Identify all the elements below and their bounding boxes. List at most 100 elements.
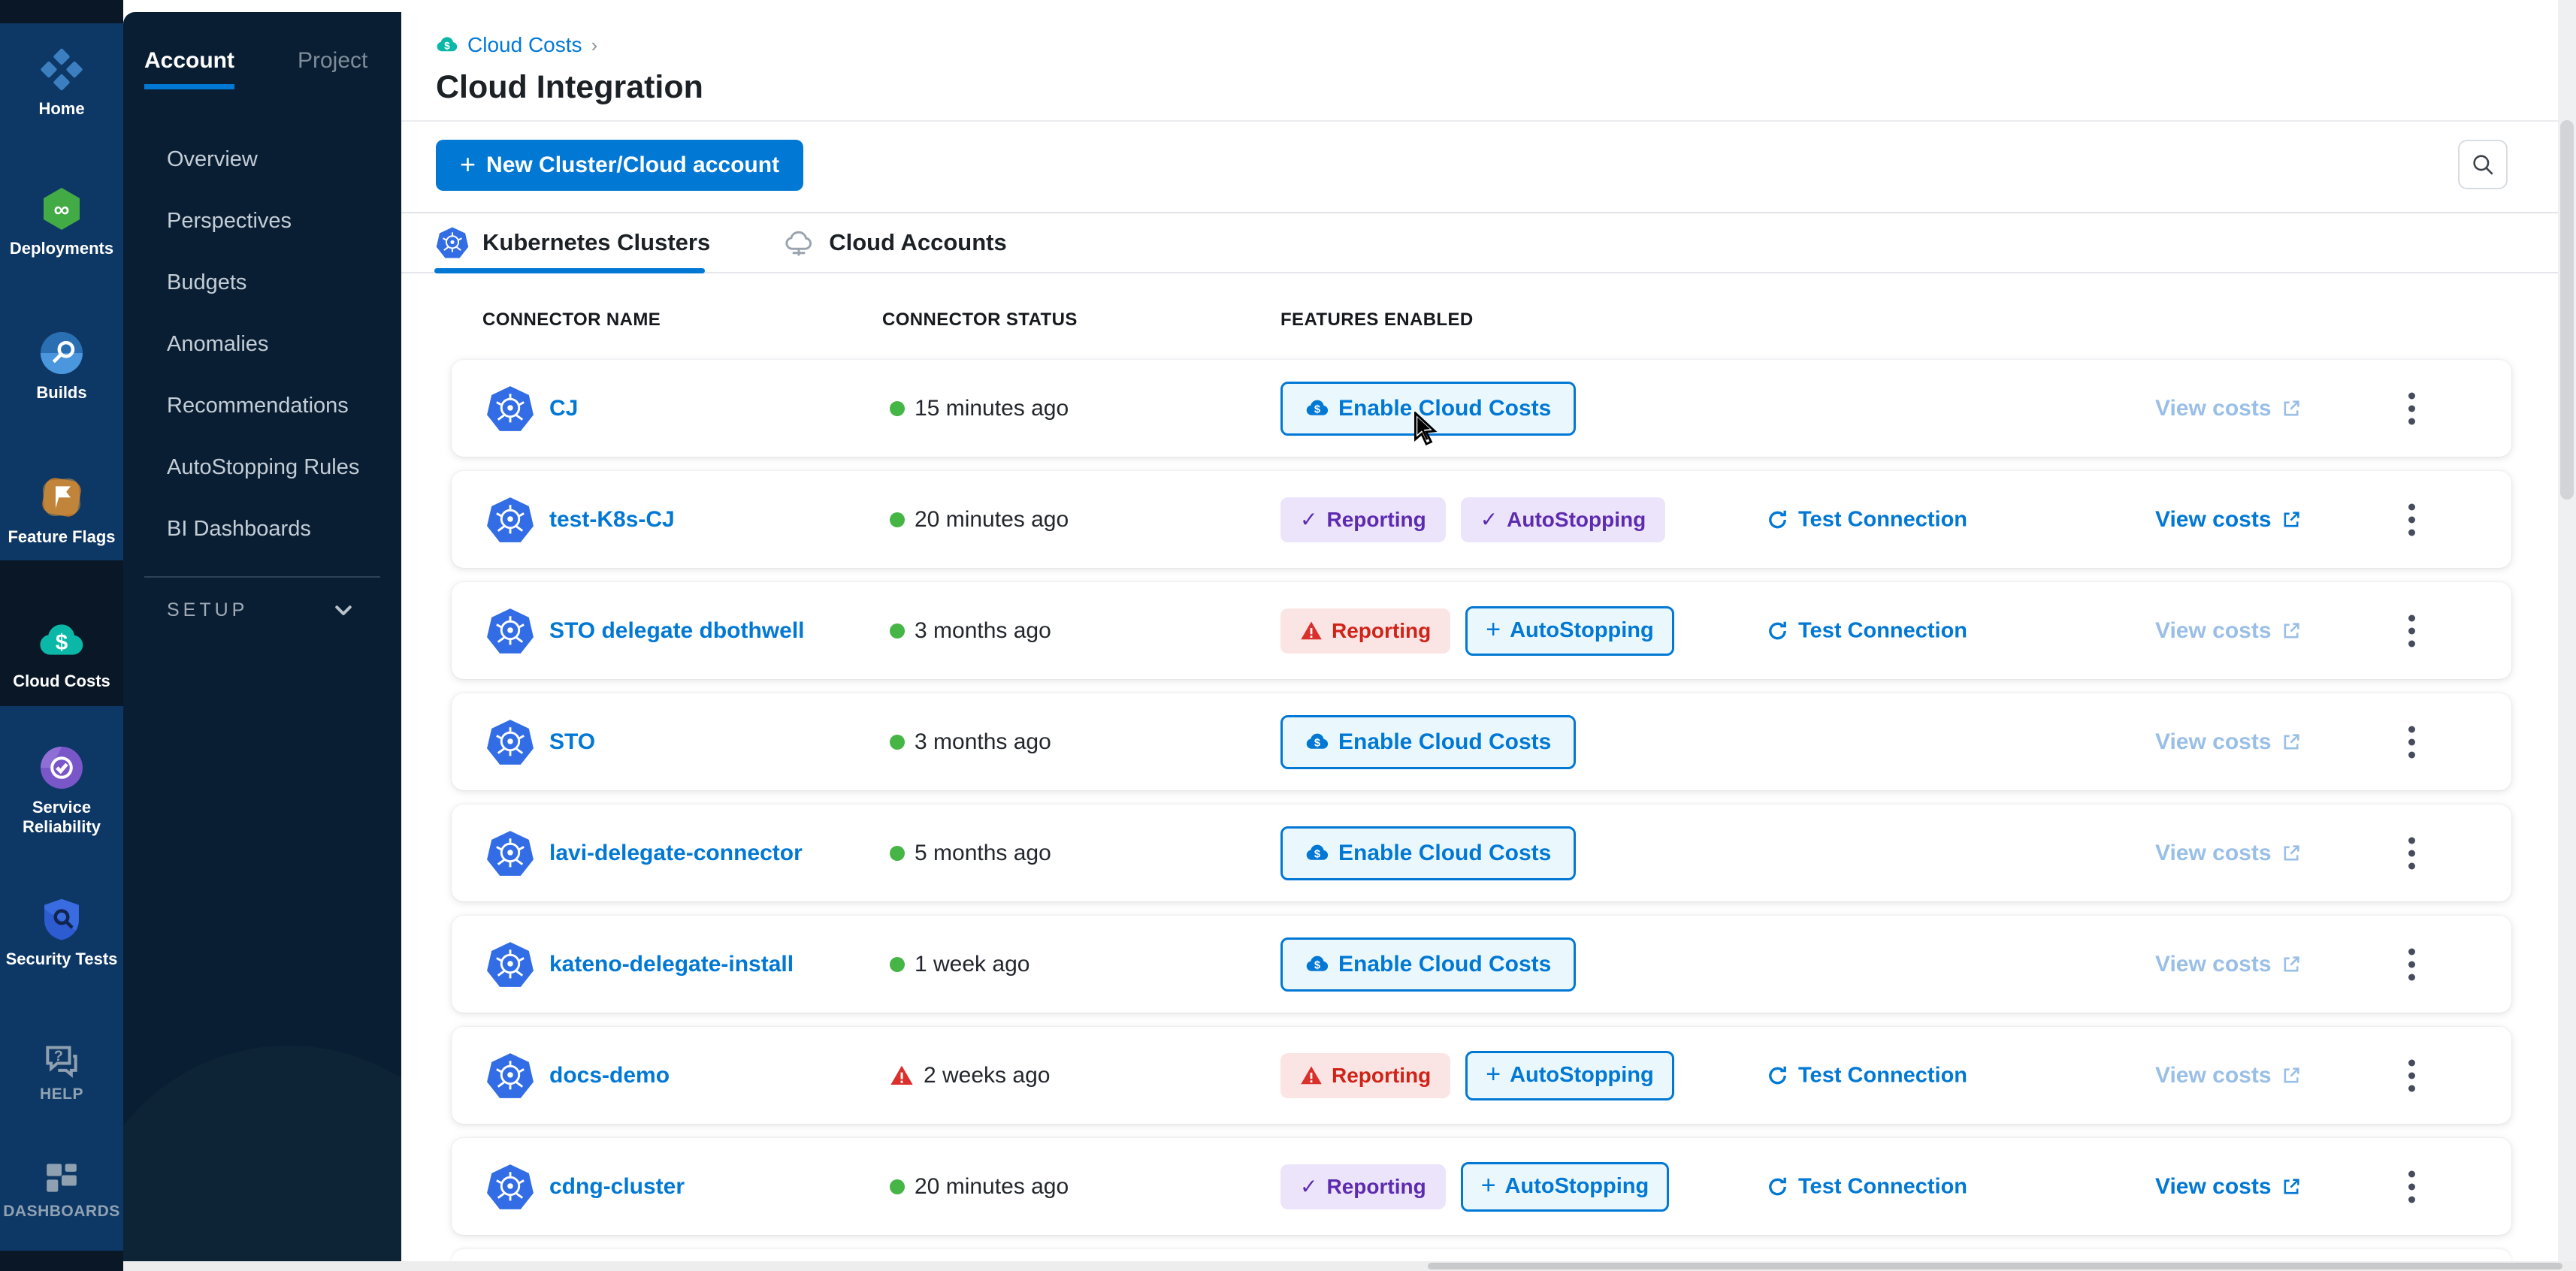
- nav-module-security-tests[interactable]: Security Tests: [0, 895, 123, 969]
- add-autostopping-button[interactable]: +AutoStopping: [1461, 1162, 1670, 1212]
- service-reliability-icon: [38, 744, 86, 792]
- connector-name-link[interactable]: cdng-cluster: [549, 1174, 685, 1200]
- view-costs-link: View costs: [2155, 396, 2302, 421]
- enable-cloud-costs-button[interactable]: $Enable Cloud Costs: [1280, 937, 1576, 992]
- status-ok-dot: [890, 1179, 905, 1194]
- cloud-accounts-icon: [782, 226, 815, 259]
- connector-row: CJ15 minutes ago$Enable Cloud CostsView …: [452, 360, 2511, 457]
- connector-status: 20 minutes ago: [890, 507, 1069, 533]
- connector-row: STO3 months ago$Enable Cloud CostsView c…: [452, 693, 2511, 790]
- builds-icon: [38, 329, 86, 377]
- sidebar-item-bi-dashboards[interactable]: BI Dashboards: [123, 498, 401, 560]
- nav-module-feature-flags[interactable]: Feature Flags: [0, 473, 123, 547]
- row-menu-button[interactable]: [2401, 1052, 2423, 1099]
- view-costs-link: View costs: [2155, 1063, 2302, 1088]
- new-cluster-cloud-account-button[interactable]: + New Cluster/Cloud account: [436, 140, 803, 191]
- connector-row: lavi-delegate-connector5 months ago$Enab…: [452, 805, 2511, 901]
- row-menu-button[interactable]: [2401, 940, 2423, 988]
- status-ok-dot: [890, 957, 905, 972]
- sidebar-setup-toggle[interactable]: SETUP: [123, 599, 401, 621]
- reporting-enabled-badge: ✓Reporting: [1280, 497, 1446, 542]
- nav-module-home[interactable]: Home: [0, 45, 123, 119]
- kubernetes-connector-icon: [486, 385, 534, 433]
- sidebar-item-anomalies[interactable]: Anomalies: [123, 313, 401, 375]
- sidebar-item-autostopping-rules[interactable]: AutoStopping Rules: [123, 436, 401, 498]
- features-cell: ✓Reporting✓AutoStopping: [1280, 497, 1665, 542]
- refresh-icon: [1766, 1064, 1789, 1087]
- sidebar-item-budgets[interactable]: Budgets: [123, 252, 401, 313]
- add-autostopping-button[interactable]: +AutoStopping: [1465, 606, 1674, 656]
- enable-cloud-costs-button[interactable]: $Enable Cloud Costs: [1280, 826, 1576, 880]
- svg-text:$: $: [56, 630, 68, 655]
- sidebar-item-overview[interactable]: Overview: [123, 128, 401, 190]
- sidebar-item-recommendations[interactable]: Recommendations: [123, 375, 401, 436]
- status-ok-dot: [890, 735, 905, 750]
- test-connection-button[interactable]: Test Connection: [1766, 1063, 1967, 1088]
- cloud-dollar-icon: $: [1305, 952, 1329, 977]
- row-menu-button[interactable]: [2401, 385, 2423, 432]
- svg-text:$: $: [1314, 959, 1320, 971]
- view-costs-link[interactable]: View costs: [2155, 507, 2302, 533]
- features-cell: $Enable Cloud Costs: [1280, 937, 1576, 992]
- external-link-icon: [2281, 954, 2302, 975]
- column-connector-name: CONNECTOR NAME: [482, 309, 661, 331]
- status-ok-dot: [890, 401, 905, 416]
- tab-kubernetes-clusters[interactable]: Kubernetes Clusters: [436, 226, 710, 259]
- security-tests-icon: [38, 895, 86, 943]
- horizontal-scrollbar-thumb[interactable]: [1428, 1263, 2562, 1269]
- row-menu-button[interactable]: [2401, 607, 2423, 654]
- search-button[interactable]: [2458, 140, 2508, 189]
- tab-cloud-accounts[interactable]: Cloud Accounts: [782, 226, 1007, 259]
- nav-module-builds[interactable]: Builds: [0, 329, 123, 403]
- connector-row: docs-demo2 weeks agoReporting+AutoStoppi…: [452, 1027, 2511, 1124]
- row-menu-button[interactable]: [2401, 718, 2423, 765]
- kubernetes-icon: [436, 226, 469, 259]
- tab-project[interactable]: Project: [298, 48, 367, 89]
- test-connection-button[interactable]: Test Connection: [1766, 1174, 1967, 1199]
- cloud-costs-icon: $: [38, 617, 86, 666]
- add-autostopping-button[interactable]: +AutoStopping: [1465, 1051, 1674, 1100]
- enable-cloud-costs-button[interactable]: $Enable Cloud Costs: [1280, 715, 1576, 769]
- connector-name-link[interactable]: kateno-delegate-install: [549, 952, 794, 977]
- nav-module-dashboards[interactable]: DASHBOARDS: [0, 1157, 123, 1221]
- kubernetes-connector-icon: [486, 496, 534, 544]
- tab-account[interactable]: Account: [144, 48, 234, 89]
- features-cell: $Enable Cloud Costs: [1280, 826, 1576, 880]
- connector-name-link[interactable]: lavi-delegate-connector: [549, 841, 803, 866]
- reporting-enabled-badge: ✓Reporting: [1280, 1164, 1446, 1209]
- vertical-scrollbar-thumb[interactable]: [2560, 120, 2574, 500]
- row-menu-button[interactable]: [2401, 496, 2423, 543]
- deployments-icon: ∞: [38, 185, 86, 233]
- table-header: CONNECTOR NAME CONNECTOR STATUS FEATURES…: [401, 273, 2558, 360]
- test-connection-button[interactable]: Test Connection: [1766, 507, 1967, 532]
- breadcrumb-cloud-costs-link[interactable]: Cloud Costs: [467, 33, 582, 57]
- connector-tabs: Kubernetes Clusters Cloud Accounts: [401, 213, 2558, 273]
- nav-module-deployments[interactable]: ∞ Deployments: [0, 185, 123, 258]
- dashboards-icon: [41, 1157, 83, 1199]
- external-link-icon: [2281, 620, 2302, 642]
- test-connection-button[interactable]: Test Connection: [1766, 618, 1967, 643]
- connector-name-link[interactable]: docs-demo: [549, 1063, 670, 1088]
- plus-icon: +: [460, 149, 476, 180]
- external-link-icon: [2281, 843, 2302, 864]
- external-link-icon: [2281, 732, 2302, 753]
- connector-name-link[interactable]: STO: [549, 729, 595, 755]
- cloud-dollar-icon: $: [1305, 730, 1329, 754]
- connector-row: STO delegate dbothwell3 months agoReport…: [452, 582, 2511, 679]
- nav-module-cloud-costs[interactable]: $ Cloud Costs: [0, 617, 123, 691]
- help-icon: ?: [41, 1040, 83, 1082]
- nav-module-service-reliability[interactable]: Service Reliability: [0, 744, 123, 837]
- connector-name-link[interactable]: CJ: [549, 396, 578, 421]
- nav-module-help[interactable]: ? HELP: [0, 1040, 123, 1104]
- kubernetes-connector-icon: [486, 940, 534, 989]
- row-menu-button[interactable]: [2401, 829, 2423, 877]
- sidebar-item-perspectives[interactable]: Perspectives: [123, 190, 401, 252]
- refresh-icon: [1766, 619, 1789, 642]
- view-costs-link[interactable]: View costs: [2155, 1174, 2302, 1200]
- column-connector-status: CONNECTOR STATUS: [882, 309, 1078, 331]
- connector-name-link[interactable]: test-K8s-CJ: [549, 507, 675, 533]
- kubernetes-connector-icon: [486, 718, 534, 766]
- row-menu-button[interactable]: [2401, 1163, 2423, 1210]
- connector-name-link[interactable]: STO delegate dbothwell: [549, 618, 805, 644]
- connector-status: 2 weeks ago: [890, 1063, 1050, 1088]
